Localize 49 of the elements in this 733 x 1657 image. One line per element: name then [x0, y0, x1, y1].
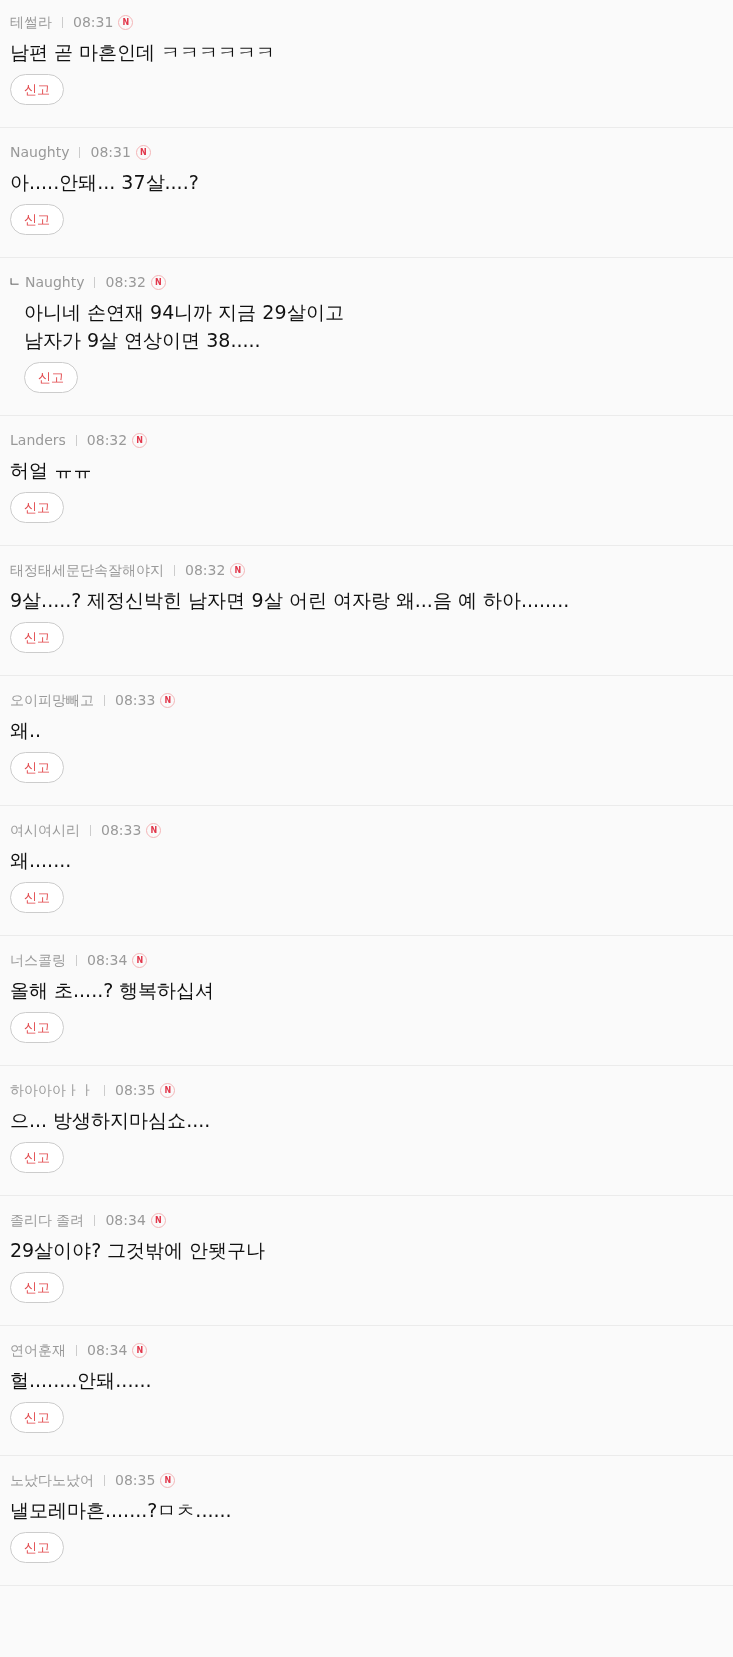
- report-button[interactable]: 신고: [10, 1012, 64, 1043]
- comment-text: 으... 방생하지마심쇼....: [10, 1108, 212, 1133]
- report-button[interactable]: 신고: [10, 492, 64, 523]
- author-name: Landers: [10, 430, 66, 450]
- author-name: 하아아아ㅏㅏ: [10, 1080, 94, 1100]
- comment-time: 08:32: [105, 272, 146, 292]
- report-button[interactable]: 신고: [10, 1272, 64, 1303]
- reply-mark: ㄴ: [8, 273, 21, 292]
- report-button[interactable]: 신고: [10, 1142, 64, 1173]
- comment-text: 낼모레마흔.......?ㅁㅊ......: [10, 1498, 233, 1523]
- comment-time: 08:31: [90, 142, 131, 162]
- comment-time: 08:35: [115, 1080, 156, 1100]
- report-button[interactable]: 신고: [10, 752, 64, 783]
- comment-time: 08:31: [73, 12, 114, 32]
- author-name: 노났다노났어: [10, 1470, 94, 1490]
- report-button[interactable]: 신고: [10, 1532, 64, 1563]
- report-button[interactable]: 신고: [24, 362, 78, 393]
- author-name: 연어훈재: [10, 1340, 66, 1360]
- comment-time: 08:32: [86, 430, 128, 450]
- author-name: 졸리다 졸려: [10, 1210, 85, 1230]
- comment-time: 08:34: [87, 1340, 128, 1360]
- author-name: Naughty: [10, 142, 70, 162]
- report-button[interactable]: 신고: [10, 1402, 64, 1433]
- comment-text: 29살이야? 그것밖에 안됏구나: [10, 1238, 267, 1263]
- comment-text: 왜.......: [10, 848, 73, 873]
- comment-text: 9살.....? 제정신박힌 남자면 9살 어린 여자랑 왜...음 예 하아........: [10, 588, 571, 613]
- author-name: 여시여시리: [10, 820, 80, 840]
- author-name: 테썰라: [10, 12, 52, 32]
- comment-time: 08:35: [115, 1470, 156, 1490]
- comment-time: 08:34: [105, 1210, 146, 1230]
- comment-time: 08:33: [115, 690, 156, 710]
- comment-text: 아니네 손연재 94니까 지금 29살이고 남자가 9살 연상이면 38.....: [24, 300, 345, 353]
- author-name: 태정태세문단속잘해야지: [10, 560, 164, 580]
- comment-text: 남편 곧 마흔인데 ㅋㅋㅋㅋㅋㅋ: [10, 40, 277, 65]
- report-button[interactable]: 신고: [10, 74, 64, 105]
- comment-text: 헐........안돼......: [10, 1368, 153, 1393]
- comment-text: 올해 초.....? 행복하십셔: [10, 978, 216, 1003]
- report-button[interactable]: 신고: [10, 204, 64, 235]
- author-name: 오이피망빼고: [10, 690, 94, 710]
- comment-text: 왜..: [10, 718, 43, 743]
- author-name: Naughty: [25, 272, 85, 292]
- comment-text: 허얼 ㅠㅠ: [10, 458, 94, 483]
- report-button[interactable]: 신고: [10, 882, 64, 913]
- comment-text: 아.....안돼... 37살....?: [10, 170, 200, 195]
- report-button[interactable]: 신고: [10, 622, 64, 653]
- author-name: 너스콜링: [10, 950, 66, 970]
- comment-time: 08:34: [87, 950, 128, 970]
- comment-time: 08:32: [185, 560, 226, 580]
- comment-time: 08:33: [101, 820, 142, 840]
